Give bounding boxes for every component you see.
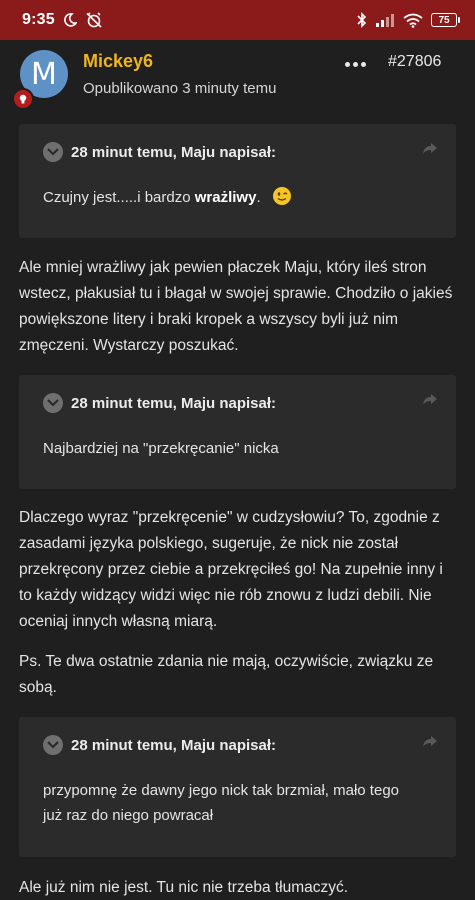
chevron-down-icon[interactable] bbox=[43, 735, 63, 755]
dot-icon bbox=[344, 61, 350, 67]
more-options-button[interactable] bbox=[340, 52, 370, 76]
quote-header[interactable]: 28 minut temu, Maju napisał: bbox=[43, 141, 436, 163]
quote-text-bold: wrażliwy bbox=[194, 189, 257, 206]
quote-text-end: . bbox=[256, 189, 261, 206]
quote-body: Najbardziej na "przekręcanie" nicka bbox=[43, 440, 279, 457]
status-time: 9:35 bbox=[22, 11, 55, 28]
avatar-letter: M bbox=[31, 56, 57, 92]
chevron-down-icon[interactable] bbox=[43, 142, 63, 162]
quote-header-text: 28 minut temu, Maju napisał: bbox=[71, 394, 277, 412]
quote-body: Czujny jest.....i bardzo wrażliwy. bbox=[43, 185, 436, 210]
quote-header[interactable]: 28 minut temu, Maju napisał: bbox=[43, 734, 436, 756]
bluetooth-icon bbox=[357, 12, 367, 28]
wifi-icon bbox=[403, 13, 423, 28]
share-icon[interactable] bbox=[422, 142, 438, 160]
battery-level: 75 bbox=[438, 14, 450, 26]
author-name[interactable]: Mickey6 bbox=[83, 51, 153, 72]
rank-badge-icon bbox=[12, 88, 34, 110]
post-number-link[interactable]: #27806 bbox=[388, 53, 441, 71]
quote-block: 28 minut temu, Maju napisał: Najbardziej… bbox=[19, 375, 456, 489]
chevron-down-icon[interactable] bbox=[43, 393, 63, 413]
quote-block: 28 minut temu, Maju napisał: przypomnę ż… bbox=[19, 717, 456, 857]
quote-header-text: 28 minut temu, Maju napisał: bbox=[71, 736, 277, 754]
quote-header-text: 28 minut temu, Maju napisał: bbox=[71, 143, 277, 161]
post-header: M Mickey6 Opublikowano 3 minuty temu #27… bbox=[0, 40, 475, 120]
quote-body: przypomnę że dawny jego nick tak brzmiał… bbox=[43, 782, 400, 824]
share-icon[interactable] bbox=[422, 393, 438, 411]
avatar-wrap[interactable]: M bbox=[12, 50, 68, 110]
dot-icon bbox=[352, 61, 358, 67]
post-paragraph: Ale już nim nie jest. Tu nic nie trzeba … bbox=[19, 879, 349, 896]
quote-header[interactable]: 28 minut temu, Maju napisał: bbox=[43, 392, 436, 414]
wink-emoji-icon bbox=[272, 187, 291, 205]
battery-indicator: 75 bbox=[431, 13, 460, 27]
post-paragraph: Ale mniej wrażliwy jak pewien płaczek Ma… bbox=[19, 259, 453, 354]
quote-text: Czujny jest.....i bardzo bbox=[43, 189, 195, 206]
post-paragraph: Dlaczego wyraz "przekręcenie" w cudzysło… bbox=[19, 509, 443, 630]
status-bar: 9:35 75 bbox=[0, 0, 475, 40]
share-icon[interactable] bbox=[422, 735, 438, 753]
post-paragraph: Ps. Te dwa ostatnie zdania nie mają, ocz… bbox=[19, 653, 434, 696]
post-content: 28 minut temu, Maju napisał: Czujny jest… bbox=[19, 124, 456, 900]
dot-icon bbox=[360, 61, 366, 67]
post-meta: Opublikowano 3 minuty temu bbox=[83, 80, 277, 97]
silent-alarm-icon bbox=[85, 12, 103, 28]
signal-icon bbox=[375, 13, 395, 27]
quote-block: 28 minut temu, Maju napisał: Czujny jest… bbox=[19, 124, 456, 238]
moon-icon bbox=[63, 13, 77, 27]
